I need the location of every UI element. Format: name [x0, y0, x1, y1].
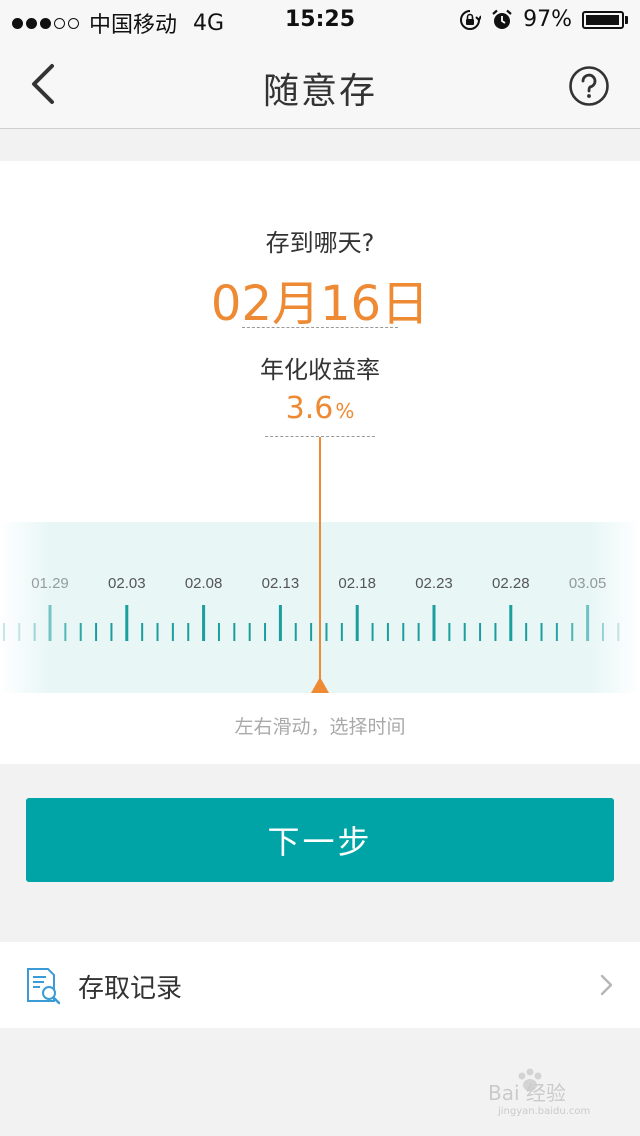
svg-text:Bai 经验: Bai 经验	[488, 1081, 566, 1105]
svg-text:jingyan.baidu.com: jingyan.baidu.com	[497, 1106, 590, 1117]
battery-body	[582, 10, 624, 29]
rate-unit: %	[335, 399, 355, 423]
status-bar: 中国移动 4G 15:25 97%	[0, 0, 640, 40]
slider-pointer-triangle-icon	[311, 677, 329, 693]
scale-date-label: 02.28	[492, 575, 530, 592]
rotation-lock-icon	[460, 9, 482, 30]
scale-date-label: 02.23	[415, 575, 453, 592]
rate-number: 3.6	[285, 391, 334, 426]
help-question-icon[interactable]	[568, 65, 610, 107]
battery-nub	[625, 15, 628, 24]
status-right: 97%	[459, 7, 628, 32]
scale-date-label: 02.03	[108, 575, 146, 592]
baidu-jingyan-watermark-logo: Bai 经验 jingyan.baidu.com	[488, 1068, 590, 1117]
alarm-clock-icon	[492, 9, 512, 29]
deposit-card: 存到哪天? 02月16日 年化收益率 3.6% 01.29 02.03 02.08 0…	[0, 161, 640, 764]
records-label: 存取记录	[78, 974, 183, 1004]
scale-date-label: 02.13	[262, 575, 300, 592]
date-underline	[242, 327, 398, 328]
battery-icon	[582, 10, 628, 29]
slider-pointer-line	[319, 437, 321, 689]
rate-value: 3.6%	[0, 391, 640, 426]
document-search-icon	[27, 968, 61, 1005]
scale-date-label: 02.18	[338, 575, 376, 592]
rate-label: 年化收益率	[260, 356, 380, 384]
scale-date-label: 02.08	[185, 575, 223, 592]
scale-date-label: 01.29	[31, 575, 69, 592]
scale-date-label: 03.05	[569, 575, 607, 592]
date-question: 存到哪天?	[265, 229, 375, 257]
chevron-right-icon	[600, 974, 613, 996]
slider-hint: 左右滑动，选择时间	[234, 716, 406, 738]
page-title: 随意存	[262, 71, 377, 112]
selected-date: 02月16日	[210, 276, 430, 332]
nav-bar: 随意存	[0, 40, 640, 129]
next-step-button[interactable]: 下一步	[26, 798, 614, 882]
battery-percent: 97%	[523, 7, 572, 32]
battery-fill	[586, 14, 619, 25]
deposit-records-row[interactable]: 存取记录	[0, 942, 640, 1028]
